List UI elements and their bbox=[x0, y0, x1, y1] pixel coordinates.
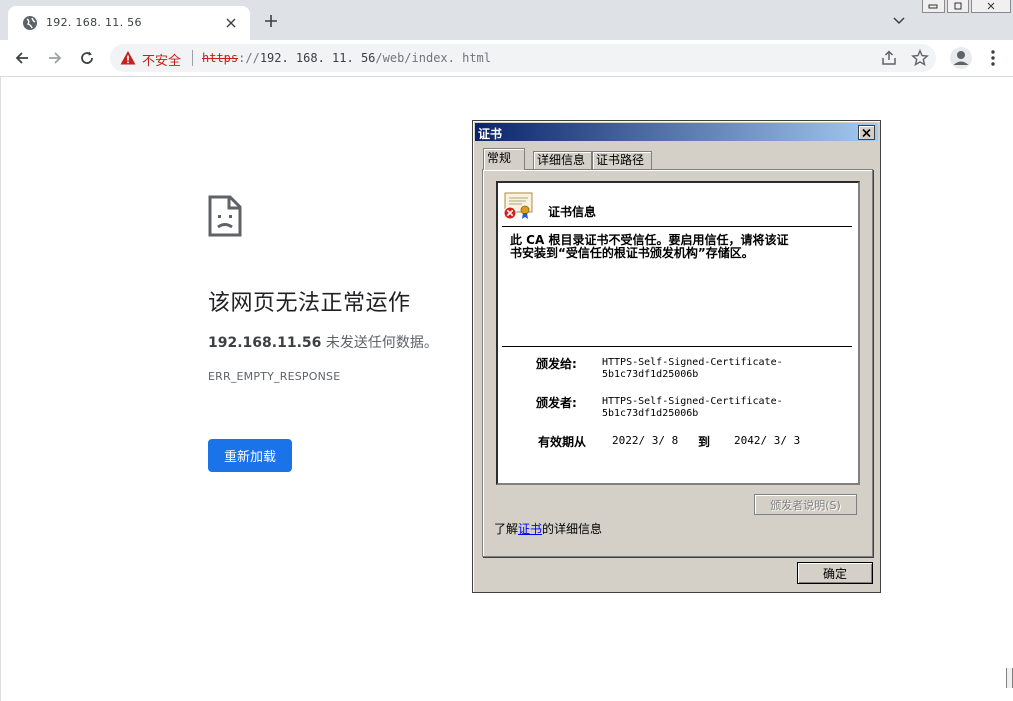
sad-page-icon bbox=[208, 195, 242, 237]
error-code: ERR_EMPTY_RESPONSE bbox=[208, 370, 341, 383]
valid-to-date: 2042/ 3/ 3 bbox=[734, 434, 801, 447]
plus-icon[interactable] bbox=[261, 11, 281, 31]
ok-button[interactable]: 确定 bbox=[797, 562, 873, 584]
error-description: 192.168.11.56 未发送任何数据。 bbox=[208, 332, 438, 352]
error-host: 192.168.11.56 bbox=[208, 335, 322, 351]
issued-to-value: HTTPS-Self-Signed-Certificate- 5b1c73df1… bbox=[602, 357, 802, 381]
url-separator: :// bbox=[238, 51, 260, 65]
tab-details[interactable]: 详细信息 bbox=[533, 151, 592, 169]
omnibox-divider bbox=[192, 50, 193, 66]
close-icon bbox=[862, 128, 871, 137]
learn-more-suffix: 的详细信息 bbox=[542, 522, 603, 536]
back-icon[interactable] bbox=[10, 46, 34, 70]
issued-by-value-line: HTTPS-Self-Signed-Certificate- bbox=[602, 396, 783, 407]
close-icon[interactable] bbox=[222, 14, 240, 32]
issued-to-label: 颁发给: bbox=[536, 357, 577, 371]
issued-by-value: HTTPS-Self-Signed-Certificate- 5b1c73df1… bbox=[602, 396, 802, 420]
trust-warning-line: 书安装到“受信任的根证书颁发机构”存储区。 bbox=[510, 246, 754, 260]
learn-more-prefix: 了解 bbox=[494, 522, 519, 536]
url-path: /web/index. html bbox=[375, 51, 491, 65]
warning-icon[interactable] bbox=[120, 50, 136, 66]
trust-warning-text: 此 CA 根目录证书不受信任。要启用信任，请将该证 书安装到“受信任的根证书颁发… bbox=[510, 234, 830, 260]
divider bbox=[502, 346, 852, 347]
resize-grip[interactable] bbox=[1006, 668, 1013, 688]
valid-to-label: 到 bbox=[698, 435, 711, 449]
learn-more-text: 了解证书的详细信息 bbox=[494, 520, 602, 537]
window-controls bbox=[922, 0, 1013, 14]
untrusted-certificate-icon bbox=[503, 192, 533, 220]
star-icon[interactable] bbox=[911, 49, 929, 67]
dialog-close-button[interactable] bbox=[858, 125, 875, 140]
certificate-dialog: 证书 常规 详细信息 证书路径 证书信息 此 CA 根目录证书不受信任。要启用信… bbox=[472, 120, 881, 593]
share-icon[interactable] bbox=[880, 49, 898, 67]
learn-more-link[interactable]: 证书 bbox=[518, 522, 542, 536]
toolbar: 不安全 https://192. 168. 11. 56/web/index. … bbox=[0, 40, 1013, 77]
url-text[interactable]: https://192. 168. 11. 56/web/index. html bbox=[202, 51, 491, 65]
forward-icon[interactable] bbox=[43, 46, 67, 70]
minimize-icon[interactable] bbox=[922, 0, 945, 13]
issued-to-value-line: HTTPS-Self-Signed-Certificate- bbox=[602, 357, 783, 368]
tab-certification-path[interactable]: 证书路径 bbox=[592, 151, 652, 169]
browser-tab[interactable]: 192. 168. 11. 56 bbox=[8, 6, 250, 40]
address-bar[interactable]: 不安全 https://192. 168. 11. 56/web/index. … bbox=[110, 44, 936, 72]
dialog-titlebar[interactable]: 证书 bbox=[475, 123, 878, 141]
general-tab-panel: 证书信息 此 CA 根目录证书不受信任。要启用信任，请将该证 书安装到“受信任的… bbox=[482, 169, 873, 557]
window-close-icon[interactable] bbox=[971, 0, 1011, 13]
certificate-info-box: 证书信息 此 CA 根目录证书不受信任。要启用信任，请将该证 书安装到“受信任的… bbox=[496, 181, 860, 485]
valid-from-date: 2022/ 3/ 8 bbox=[612, 434, 679, 447]
certificate-info-title: 证书信息 bbox=[548, 205, 597, 219]
dialog-title: 证书 bbox=[478, 127, 503, 141]
reload-button[interactable]: 重新加载 bbox=[208, 439, 292, 472]
issued-by-value-line: 5b1c73df1d25006b bbox=[602, 408, 699, 419]
tab-title: 192. 168. 11. 56 bbox=[46, 16, 142, 29]
url-scheme: https bbox=[202, 51, 239, 65]
issued-to-value-line: 5b1c73df1d25006b bbox=[602, 369, 699, 380]
maximize-icon[interactable] bbox=[946, 0, 970, 13]
issued-by-label: 颁发者: bbox=[536, 396, 577, 410]
url-host: 192. 168. 11. 56 bbox=[259, 51, 376, 65]
more-vert-icon[interactable] bbox=[984, 48, 1002, 68]
error-message: 未发送任何数据。 bbox=[321, 335, 438, 351]
divider bbox=[502, 226, 852, 227]
globe-icon bbox=[23, 16, 37, 30]
tab-general[interactable]: 常规 bbox=[483, 148, 525, 170]
error-title: 该网页无法正常运作 bbox=[208, 291, 411, 316]
page-edge bbox=[0, 76, 1, 701]
insecure-label[interactable]: 不安全 bbox=[142, 50, 181, 69]
valid-from-label: 有效期从 bbox=[538, 435, 587, 449]
profile-icon[interactable] bbox=[949, 46, 973, 70]
tab-strip: 192. 168. 11. 56 bbox=[0, 0, 1013, 40]
issuer-statement-button[interactable]: 颁发者说明(S) bbox=[754, 494, 857, 515]
reload-icon[interactable] bbox=[75, 46, 99, 70]
chevron-down-icon[interactable] bbox=[890, 12, 908, 30]
